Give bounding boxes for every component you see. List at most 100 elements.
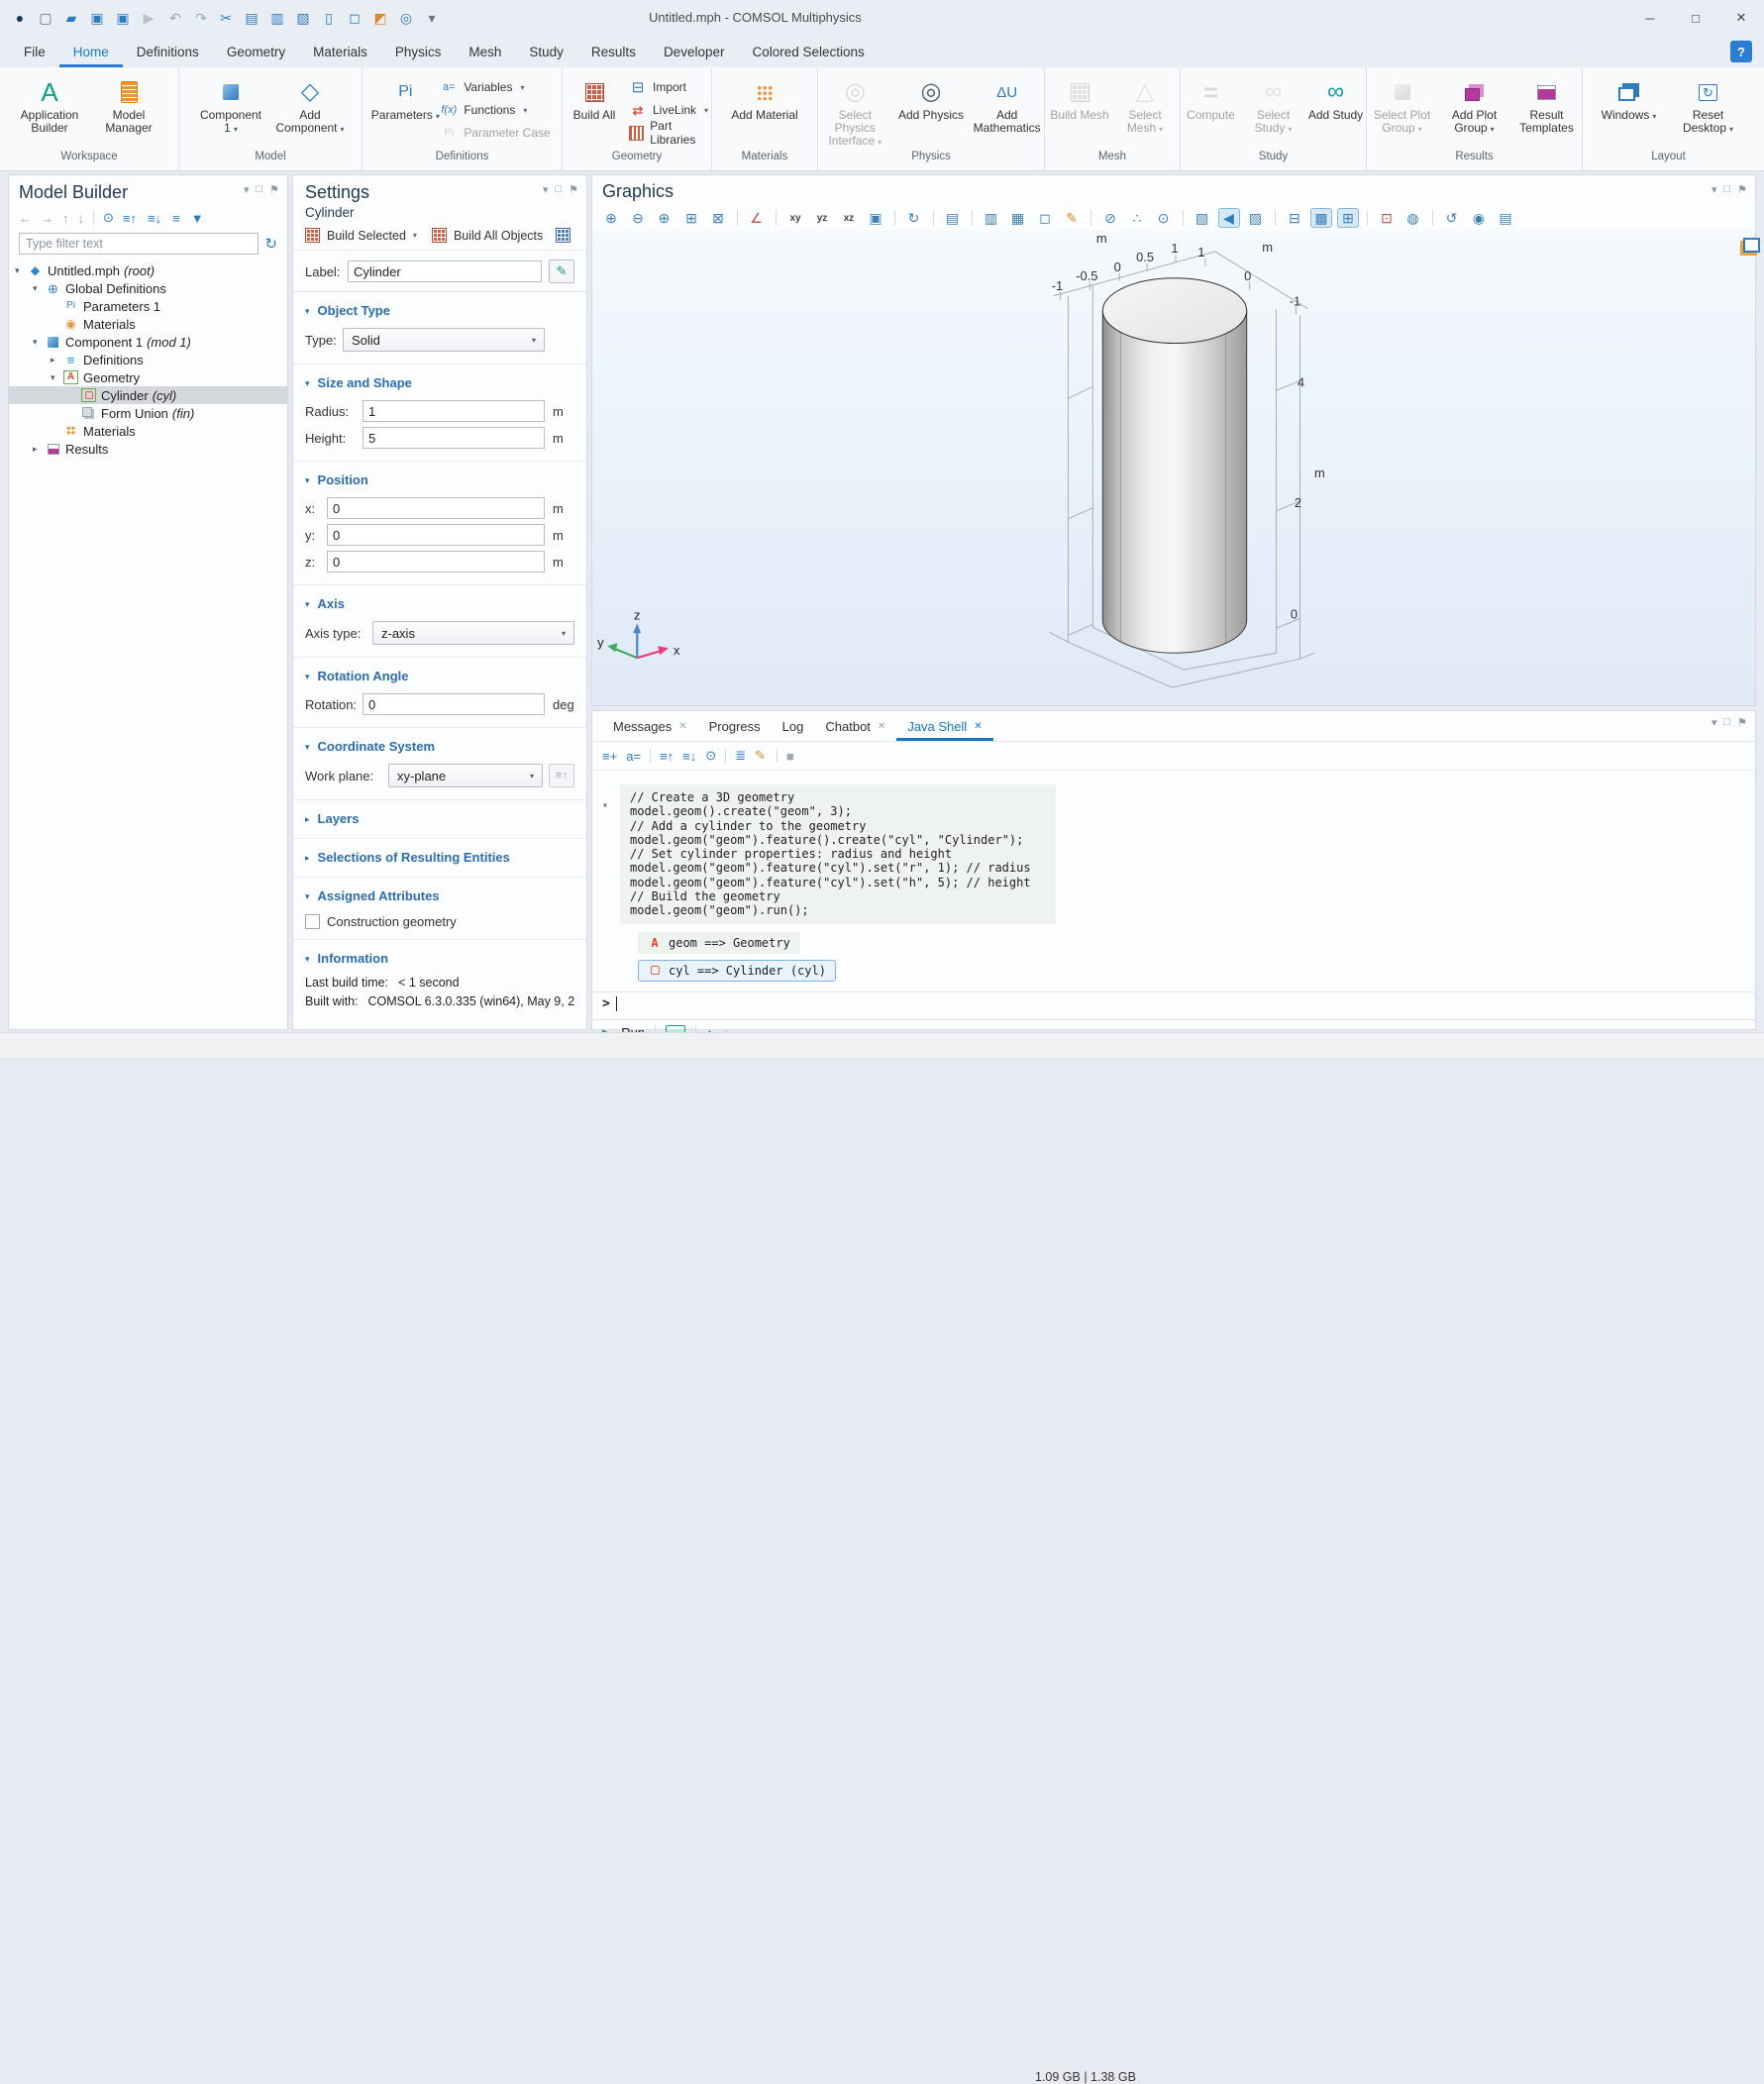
8[interactable]: ≡ (172, 211, 182, 226)
2[interactable]: ⚑ (269, 183, 279, 196)
1[interactable]: ⊖ (627, 208, 649, 228)
9[interactable]: yz (811, 208, 833, 228)
0[interactable]: ≡+ (602, 749, 617, 764)
tab-close-icon[interactable]: ✕ (974, 721, 982, 732)
21[interactable] (1090, 210, 1091, 226)
3[interactable]: ≡↑ (660, 749, 674, 764)
tree-expander-icon[interactable] (33, 444, 46, 455)
4[interactable]: ▣ (111, 5, 135, 31)
tab-0[interactable]: Messages ✕ (602, 711, 698, 741)
11[interactable]: ▧ (291, 5, 315, 31)
rotation-input[interactable] (363, 693, 545, 715)
tree-expander-icon[interactable] (51, 355, 63, 365)
size-input[interactable] (363, 400, 545, 422)
build-preceding-icon[interactable] (556, 228, 571, 243)
menu-tab[interactable]: Study (515, 36, 577, 67)
section-header-axis[interactable]: Axis (305, 590, 574, 616)
section-header-size-shape[interactable]: Size and Shape (305, 369, 574, 395)
menu-tab[interactable]: File (10, 36, 59, 67)
28[interactable]: ▨ (1245, 208, 1267, 228)
35[interactable]: ◍ (1402, 208, 1424, 228)
shell-prompt[interactable]: > (592, 991, 1755, 1015)
ribbon-button[interactable]: Application Builder▾ (11, 73, 88, 135)
7[interactable] (776, 210, 777, 226)
6[interactable]: ≡↑ (123, 211, 139, 226)
1[interactable]: □ (1723, 716, 1730, 729)
refresh-icon[interactable]: ↻ (264, 235, 277, 253)
1[interactable]: □ (555, 183, 562, 196)
1[interactable]: → (41, 211, 53, 226)
section-header-assigned-attributes[interactable]: Assigned Attributes (305, 883, 574, 908)
27[interactable]: ◀ (1218, 208, 1240, 228)
tree-expander-icon[interactable] (15, 265, 28, 276)
1[interactable]: ▢ (34, 5, 57, 31)
ribbon-small-button[interactable]: Functions ▾ (439, 100, 550, 120)
5[interactable] (737, 210, 738, 226)
section-header-information[interactable]: Information (305, 945, 574, 971)
code-block[interactable]: // Create a 3D geometry model.geom().cre… (620, 784, 1056, 924)
tree-item[interactable]: Untitled.mph (root) (9, 261, 287, 279)
tree-item[interactable]: Form Union (fin) (9, 404, 287, 422)
build-selected-button[interactable]: Build Selected (327, 229, 406, 243)
31[interactable]: ▩ (1310, 208, 1332, 228)
3[interactable]: ▣ (85, 5, 109, 31)
8[interactable]: xy (784, 208, 806, 228)
section-header-position[interactable]: Position (305, 467, 574, 492)
4[interactable]: ≡↓ (682, 749, 696, 764)
33[interactable] (1367, 210, 1368, 226)
tree-expander-icon[interactable] (33, 283, 46, 294)
section-header-coordinate-system[interactable]: Coordinate System (305, 733, 574, 759)
ribbon-button[interactable]: Add Study▾ (1305, 73, 1366, 122)
tree-item[interactable]: Definitions (9, 351, 287, 368)
section-header-selections[interactable]: Selections of Resulting Entities (305, 844, 574, 870)
5[interactable]: ⊙ (103, 210, 114, 226)
0[interactable]: ▾ (1712, 716, 1717, 729)
ribbon-button[interactable]: Model Manager▾ (90, 73, 167, 135)
menu-tab[interactable]: Results (577, 36, 650, 67)
tree-item[interactable]: Materials (9, 315, 287, 333)
cylinder-object[interactable] (1102, 278, 1246, 653)
15[interactable]: ◎ (394, 5, 418, 31)
java-shell-content[interactable]: ▾ // Create a 3D geometry model.geom().c… (592, 784, 1755, 1046)
construction-geometry-checkbox[interactable] (305, 914, 320, 929)
menu-tab[interactable]: Colored Selections (738, 36, 878, 67)
shell-output[interactable]: cyl ==> Cylinder (cyl) (638, 960, 836, 982)
19[interactable]: ◻ (1034, 208, 1056, 228)
9[interactable]: ▤ (240, 5, 263, 31)
1[interactable]: □ (1723, 183, 1730, 196)
ribbon-button[interactable]: Add Material (726, 73, 803, 122)
5[interactable]: ⊙ (705, 748, 716, 764)
2[interactable]: ⊕ (654, 208, 675, 228)
2[interactable]: ⚑ (569, 183, 578, 196)
24[interactable]: ⊙ (1153, 208, 1175, 228)
1[interactable]: □ (256, 183, 262, 196)
4[interactable] (93, 211, 94, 225)
12[interactable] (894, 210, 895, 226)
15[interactable]: ▤ (942, 208, 964, 228)
37[interactable]: ↺ (1441, 208, 1463, 228)
20[interactable]: ✎ (1061, 208, 1083, 228)
ribbon-button[interactable]: Reset Desktop▾ (1670, 73, 1747, 136)
1[interactable]: □ (1673, 0, 1718, 36)
menu-tab[interactable]: Home (59, 36, 123, 67)
windows-flyout-icon[interactable] (1743, 238, 1760, 253)
7[interactable]: ↷ (188, 5, 212, 31)
22[interactable]: ⊘ (1099, 208, 1121, 228)
0[interactable]: ▾ (1712, 183, 1717, 196)
tree-filter-input[interactable] (19, 233, 259, 255)
ribbon-small-button[interactable]: Import ▾ (628, 77, 711, 97)
2[interactable]: ⚑ (1737, 716, 1747, 729)
graphics-canvas[interactable]: m -1 -0.5 0 0.5 1 1 m 0 -1 4 m 2 0 (592, 231, 1755, 705)
39[interactable]: ▤ (1495, 208, 1516, 228)
0[interactable]: ▾ (543, 183, 549, 196)
ribbon-button[interactable]: Add Mathematics▾ (970, 73, 1044, 135)
2[interactable]: ▰ (59, 5, 83, 31)
tree-item[interactable]: Materials (9, 422, 287, 440)
34[interactable]: ⊡ (1376, 208, 1398, 228)
16[interactable]: ▾ (420, 5, 444, 31)
11[interactable]: ▣ (865, 208, 886, 228)
26[interactable]: ▧ (1192, 208, 1213, 228)
tree-item[interactable]: Parameters 1 (9, 297, 287, 315)
8[interactable]: ✂ (214, 5, 238, 31)
ribbon-button[interactable]: Add Component▾ (271, 73, 349, 136)
